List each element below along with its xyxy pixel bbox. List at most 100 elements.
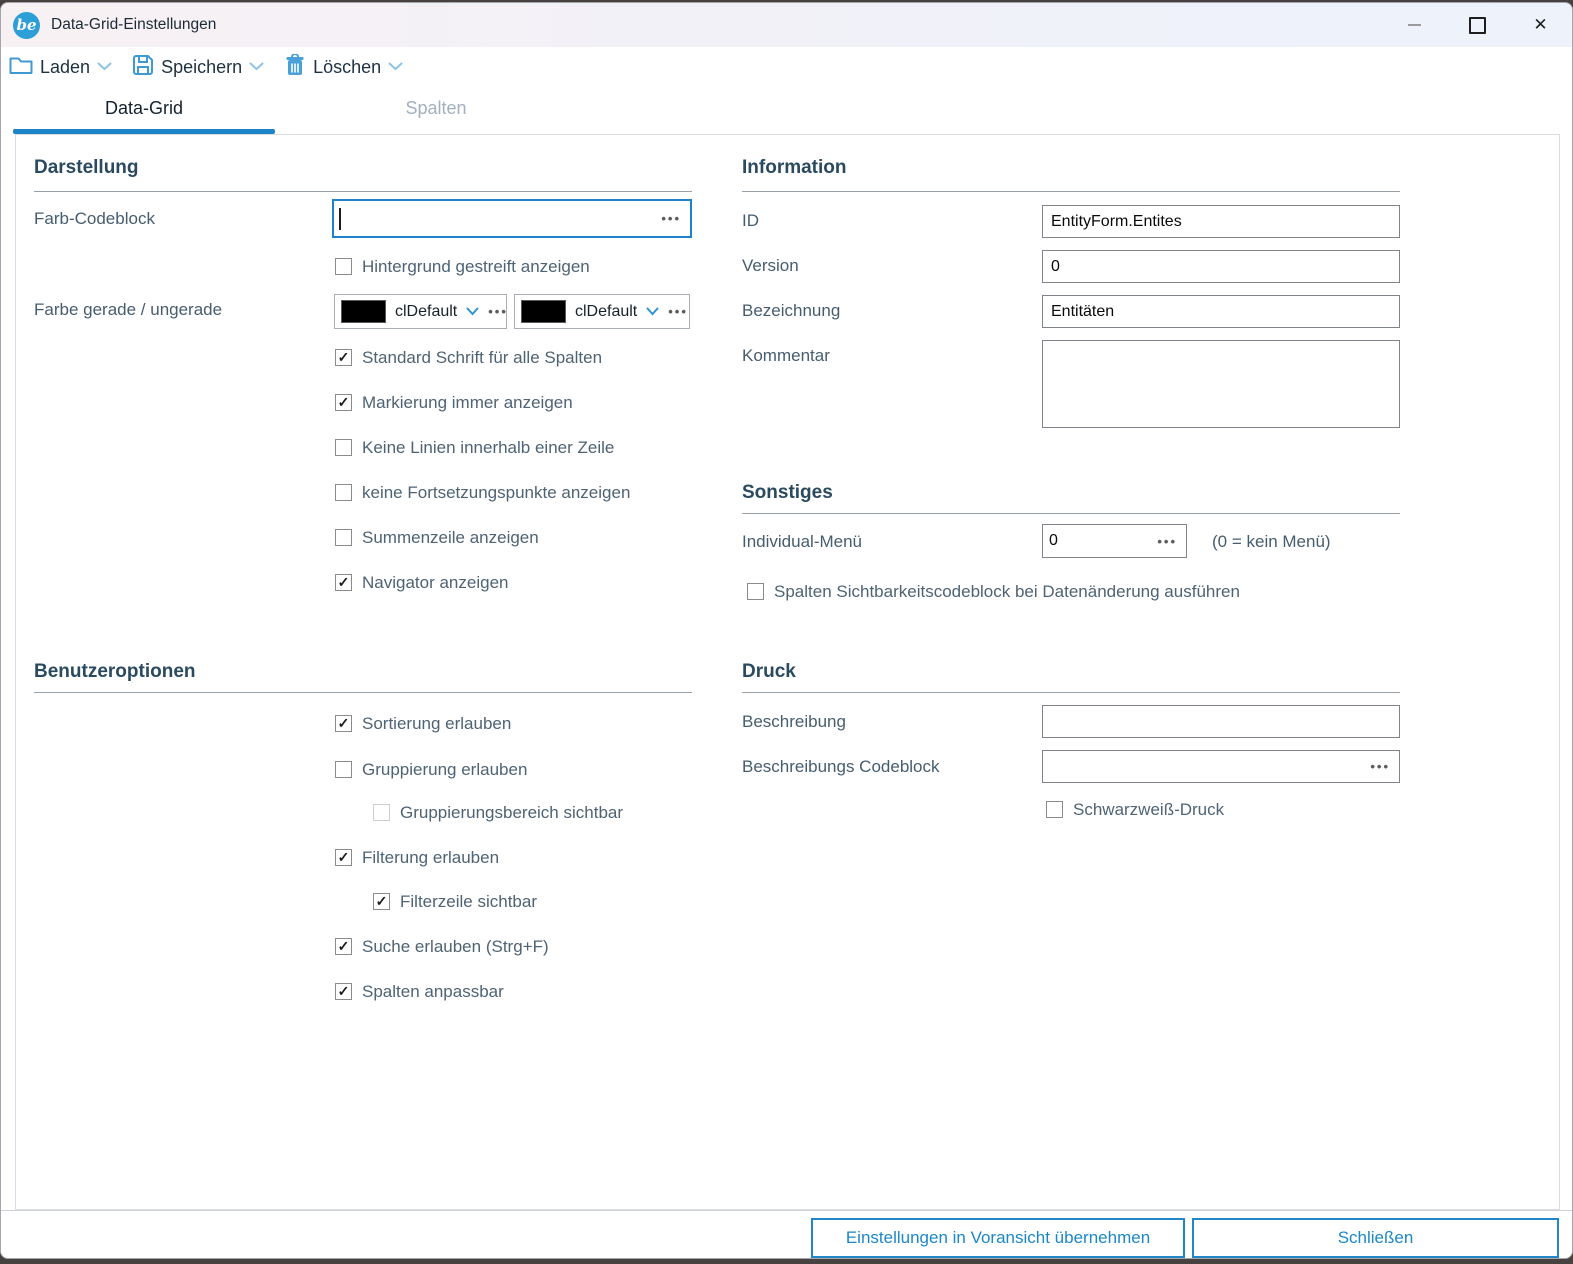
color-odd-dropdown[interactable]: clDefault •••	[514, 294, 690, 329]
individual-menu-input[interactable]	[1043, 528, 1157, 554]
beschreibungs-codeblock-input[interactable]	[1043, 754, 1370, 780]
toolbar: Laden Speichern	[1, 47, 1572, 87]
window-title: Data-Grid-Einstellungen	[51, 16, 216, 34]
checkbox-hintergrund-gestreift[interactable]: Hintergrund gestreift anzeigen	[335, 256, 590, 277]
color-swatch	[521, 300, 566, 323]
checkbox-gruppierungsbereich-sichtbar[interactable]: Gruppierungsbereich sichtbar	[373, 802, 623, 823]
section-title-darstellung: Darstellung	[34, 157, 139, 179]
ellipsis-button[interactable]: •••	[1157, 535, 1186, 548]
checkbox[interactable]	[335, 715, 352, 732]
checkbox[interactable]	[335, 849, 352, 866]
toolbar-speichern-label: Speichern	[161, 57, 242, 78]
maximize-icon	[1469, 17, 1486, 34]
window-controls: ✕	[1383, 3, 1572, 47]
section-title-information: Information	[742, 157, 847, 179]
checkbox-schwarzweiss-druck[interactable]: Schwarzweiß-Druck	[1046, 799, 1224, 820]
title-bar: be Data-Grid-Einstellungen ✕	[1, 3, 1572, 47]
kommentar-textarea[interactable]	[1042, 340, 1400, 428]
checkbox[interactable]	[335, 349, 352, 366]
minimize-button[interactable]	[1383, 3, 1446, 47]
individual-menu-hint: (0 = kein Menü)	[1212, 532, 1331, 552]
close-button[interactable]: ✕	[1509, 3, 1572, 47]
maximize-button[interactable]	[1446, 3, 1509, 47]
checkbox-keine-linien[interactable]: Keine Linien innerhalb einer Zeile	[335, 437, 614, 458]
app-logo-icon: be	[13, 12, 40, 39]
minimize-icon	[1408, 24, 1421, 26]
tab-page-data-grid: Darstellung Farb-Codeblock ••• Hintergru…	[15, 134, 1560, 1210]
ellipsis-button[interactable]: •••	[1370, 760, 1399, 773]
farb-codeblock-field: •••	[332, 199, 692, 238]
checkbox[interactable]	[335, 258, 352, 275]
checkbox-filterung-erlauben[interactable]: Filterung erlauben	[335, 847, 499, 868]
individual-menu-label: Individual-Menü	[742, 532, 862, 552]
section-title-sonstiges: Sonstiges	[742, 482, 833, 504]
checkbox[interactable]	[373, 804, 390, 821]
beschreibungs-codeblock-label: Beschreibungs Codeblock	[742, 757, 940, 777]
checkbox[interactable]	[335, 574, 352, 591]
section-divider	[34, 692, 692, 693]
ellipsis-button[interactable]: •••	[661, 212, 690, 225]
checkbox-filterzeile-sichtbar[interactable]: Filterzeile sichtbar	[373, 891, 537, 912]
checkbox[interactable]	[335, 938, 352, 955]
id-label: ID	[742, 211, 759, 231]
section-divider	[742, 513, 1400, 514]
individual-menu-field: •••	[1042, 524, 1187, 558]
farb-codeblock-input[interactable]	[341, 206, 661, 232]
beschreibung-label: Beschreibung	[742, 712, 846, 732]
toolbar-laden-label: Laden	[40, 57, 90, 78]
checkbox-gruppierung-erlauben[interactable]: Gruppierung erlauben	[335, 759, 527, 780]
farb-codeblock-label: Farb-Codeblock	[34, 209, 155, 229]
toolbar-speichern-button[interactable]: Speichern	[132, 54, 264, 81]
dialog-window: be Data-Grid-Einstellungen ✕ Laden	[0, 2, 1573, 1259]
apply-settings-button[interactable]: Einstellungen in Voransicht übernehmen	[811, 1218, 1185, 1258]
version-label: Version	[742, 256, 799, 276]
version-input[interactable]	[1042, 250, 1400, 283]
checkbox[interactable]	[1046, 801, 1063, 818]
checkbox[interactable]	[335, 529, 352, 546]
toolbar-loeschen-label: Löschen	[313, 57, 381, 78]
checkbox-suche-erlauben[interactable]: Suche erlauben (Strg+F)	[335, 936, 549, 957]
checkbox[interactable]	[747, 583, 764, 600]
checkbox[interactable]	[335, 394, 352, 411]
checkbox-sichtbarkeitscodeblock[interactable]: Spalten Sichtbarkeitscodeblock bei Daten…	[747, 581, 1240, 602]
chevron-down-icon[interactable]	[388, 58, 403, 76]
checkbox[interactable]	[373, 893, 390, 910]
toolbar-laden-button[interactable]: Laden	[9, 55, 112, 80]
ellipsis-button[interactable]: •••	[668, 305, 688, 318]
section-divider	[34, 191, 692, 192]
checkbox[interactable]	[335, 484, 352, 501]
checkbox-sortierung-erlauben[interactable]: Sortierung erlauben	[335, 713, 511, 734]
chevron-down-icon[interactable]	[466, 303, 479, 321]
tab-data-grid[interactable]: Data-Grid	[13, 87, 275, 129]
checkbox[interactable]	[335, 439, 352, 456]
checkbox-summenzeile[interactable]: Summenzeile anzeigen	[335, 527, 539, 548]
checkbox-markierung-immer[interactable]: Markierung immer anzeigen	[335, 392, 573, 413]
tab-spalten[interactable]: Spalten	[275, 87, 597, 129]
trash-icon	[284, 54, 306, 81]
checkbox-standard-schrift[interactable]: Standard Schrift für alle Spalten	[335, 347, 602, 368]
section-title-benutzeroptionen: Benutzeroptionen	[34, 661, 196, 683]
chevron-down-icon[interactable]	[97, 58, 112, 76]
toolbar-loeschen-button[interactable]: Löschen	[284, 54, 403, 81]
section-divider	[742, 692, 1400, 693]
folder-icon	[9, 55, 33, 80]
checkbox-keine-fortsetzungspunkte[interactable]: keine Fortsetzungspunkte anzeigen	[335, 482, 630, 503]
tab-bar: Data-Grid Spalten	[1, 87, 1572, 134]
id-input[interactable]	[1042, 205, 1400, 238]
bezeichnung-input[interactable]	[1042, 295, 1400, 328]
farbe-gerade-ungerade-label: Farbe gerade / ungerade	[34, 300, 222, 320]
section-title-druck: Druck	[742, 661, 796, 683]
color-even-dropdown[interactable]: clDefault •••	[334, 294, 507, 329]
close-dialog-button[interactable]: Schließen	[1192, 1218, 1559, 1258]
checkbox-spalten-anpassbar[interactable]: Spalten anpassbar	[335, 981, 504, 1002]
checkbox[interactable]	[335, 761, 352, 778]
save-icon	[132, 54, 154, 81]
close-icon: ✕	[1533, 15, 1547, 35]
checkbox[interactable]	[335, 983, 352, 1000]
chevron-down-icon[interactable]	[646, 303, 659, 321]
chevron-down-icon[interactable]	[249, 58, 264, 76]
beschreibung-input[interactable]	[1042, 705, 1400, 738]
checkbox-navigator[interactable]: Navigator anzeigen	[335, 572, 508, 593]
kommentar-label: Kommentar	[742, 346, 830, 366]
ellipsis-button[interactable]: •••	[488, 305, 508, 318]
